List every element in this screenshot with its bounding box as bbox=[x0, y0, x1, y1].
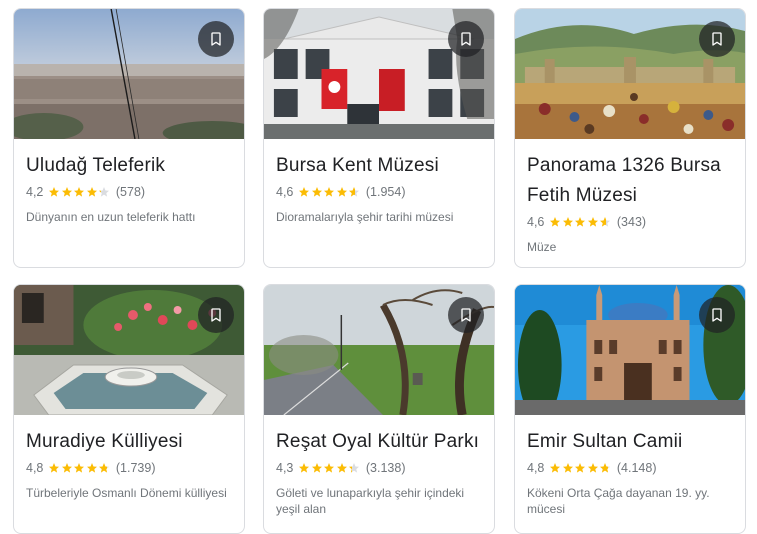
rating-row: 4,8 (4.148) bbox=[527, 459, 733, 477]
bookmark-icon bbox=[461, 308, 471, 322]
place-card-emir-sultan-camii[interactable]: Emir Sultan Camii 4,8 (4.148) Kökeni Ort… bbox=[514, 284, 746, 534]
star-icon bbox=[587, 463, 598, 473]
star-icon bbox=[61, 463, 72, 473]
rating-value: 4,6 bbox=[527, 215, 545, 229]
save-button[interactable] bbox=[198, 297, 234, 333]
rating-row: 4,6 (1.954) bbox=[276, 183, 482, 201]
place-card-uludag-teleferik[interactable]: Uludağ Teleferik 4,2 (578) Dünyanın en u… bbox=[13, 8, 245, 268]
star-icon bbox=[324, 463, 335, 473]
place-description: Kökeni Orta Çağa dayanan 19. yy. mücesi bbox=[527, 486, 710, 516]
rating-row: 4,3 (3.138) bbox=[276, 459, 482, 477]
star-icon bbox=[336, 187, 347, 197]
star-icon bbox=[600, 217, 611, 227]
rating-value: 4,8 bbox=[527, 461, 545, 475]
star-rating bbox=[48, 462, 111, 474]
review-count[interactable]: (3.138) bbox=[366, 461, 406, 475]
place-description: Türbeleriyle Osmanlı Dönemi külliyesi bbox=[26, 486, 227, 500]
place-card-bursa-kent-muzesi[interactable]: Bursa Kent Müzesi 4,6 (1.954) Dioramalar… bbox=[263, 8, 495, 268]
rating-value: 4,8 bbox=[26, 461, 44, 475]
bookmark-icon bbox=[712, 32, 722, 46]
star-icon bbox=[61, 187, 72, 197]
review-count[interactable]: (4.148) bbox=[617, 461, 657, 475]
place-card-muradiye-kulliyesi[interactable]: Muradiye Külliyesi 4,8 (1.739) Türbeleri… bbox=[13, 284, 245, 534]
place-title[interactable]: Panorama 1326 Bursa Fetih Müzesi bbox=[527, 151, 733, 211]
bookmark-icon bbox=[461, 32, 471, 46]
place-photo[interactable] bbox=[515, 285, 745, 415]
rating-row: 4,2 (578) bbox=[26, 183, 232, 201]
star-icon bbox=[74, 463, 85, 473]
place-card-resat-oyal-kultur-parki[interactable]: Reşat Oyal Kültür Parkı 4,3 (3.138) Göle… bbox=[263, 284, 495, 534]
place-description: Dünyanın en uzun teleferik hattı bbox=[26, 210, 196, 224]
place-photo[interactable] bbox=[14, 285, 244, 415]
star-rating bbox=[549, 462, 612, 474]
star-icon bbox=[99, 463, 110, 473]
place-title[interactable]: Emir Sultan Camii bbox=[527, 427, 733, 457]
star-icon bbox=[311, 463, 322, 473]
place-title[interactable]: Muradiye Külliyesi bbox=[26, 427, 232, 457]
star-rating bbox=[48, 186, 111, 198]
star-icon bbox=[299, 463, 310, 473]
place-card-panorama-1326[interactable]: Panorama 1326 Bursa Fetih Müzesi 4,6 (34… bbox=[514, 8, 746, 268]
place-title[interactable]: Reşat Oyal Kültür Parkı bbox=[276, 427, 482, 457]
bookmark-icon bbox=[712, 308, 722, 322]
save-button[interactable] bbox=[699, 21, 735, 57]
star-icon bbox=[349, 463, 360, 473]
place-photo[interactable] bbox=[14, 9, 244, 139]
star-icon bbox=[336, 463, 347, 473]
star-icon bbox=[74, 187, 85, 197]
rating-row: 4,6 (343) bbox=[527, 213, 733, 231]
star-icon bbox=[86, 187, 97, 197]
save-button[interactable] bbox=[448, 297, 484, 333]
star-icon bbox=[550, 463, 561, 473]
place-description: Dioramalarıyla şehir tarihi müzesi bbox=[276, 210, 454, 224]
place-title[interactable]: Bursa Kent Müzesi bbox=[276, 151, 482, 181]
save-button[interactable] bbox=[448, 21, 484, 57]
review-count[interactable]: (1.739) bbox=[116, 461, 156, 475]
save-button[interactable] bbox=[198, 21, 234, 57]
star-icon bbox=[311, 187, 322, 197]
place-description: Müze bbox=[527, 240, 557, 254]
rating-value: 4,3 bbox=[276, 461, 294, 475]
review-count[interactable]: (1.954) bbox=[366, 185, 406, 199]
place-photo[interactable] bbox=[264, 9, 494, 139]
star-icon bbox=[86, 463, 97, 473]
rating-value: 4,6 bbox=[276, 185, 294, 199]
review-count[interactable]: (578) bbox=[116, 185, 145, 199]
star-icon bbox=[324, 187, 335, 197]
rating-value: 4,2 bbox=[26, 185, 44, 199]
place-photo[interactable] bbox=[515, 9, 745, 139]
star-rating bbox=[549, 216, 612, 228]
star-rating bbox=[298, 462, 361, 474]
star-icon bbox=[99, 187, 110, 197]
bookmark-icon bbox=[211, 32, 221, 46]
star-icon bbox=[562, 217, 573, 227]
place-title[interactable]: Uludağ Teleferik bbox=[26, 151, 232, 181]
place-photo[interactable] bbox=[264, 285, 494, 415]
star-icon bbox=[600, 463, 611, 473]
save-button[interactable] bbox=[699, 297, 735, 333]
star-icon bbox=[349, 187, 360, 197]
star-icon bbox=[49, 187, 60, 197]
rating-row: 4,8 (1.739) bbox=[26, 459, 232, 477]
place-description: Göleti ve lunaparkıyla şehir içindeki ye… bbox=[276, 486, 465, 516]
bookmark-icon bbox=[211, 308, 221, 322]
star-rating bbox=[298, 186, 361, 198]
star-icon bbox=[587, 217, 598, 227]
star-icon bbox=[49, 463, 60, 473]
star-icon bbox=[562, 463, 573, 473]
star-icon bbox=[575, 463, 586, 473]
star-icon bbox=[575, 217, 586, 227]
review-count[interactable]: (343) bbox=[617, 215, 646, 229]
star-icon bbox=[550, 217, 561, 227]
star-icon bbox=[299, 187, 310, 197]
